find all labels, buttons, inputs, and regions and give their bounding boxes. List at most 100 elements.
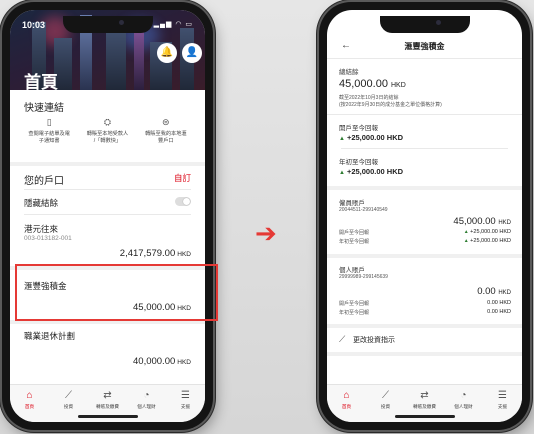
currency: HKD [498,220,511,226]
notification-bell-icon[interactable]: 🔔 [157,43,177,63]
transfer-own-icon: ⊜ [162,117,170,127]
pie-icon: ◔ [460,390,467,401]
since-open-label: 開戶至今回報 [339,230,370,236]
divider [327,186,522,190]
hide-balance-label: 隱藏結餘 [24,198,59,208]
pie-icon: ◔ [143,390,150,401]
home-icon: ⌂ [343,390,350,401]
ytd-return: 0.00 HKD [487,309,511,315]
amount-value: 2,417,579.00 [119,248,176,259]
customize-link[interactable]: 自訂 [174,172,191,184]
notch [62,16,153,33]
tab-label: 轉賬及繳費 [413,404,436,409]
return-value: +25,000.00 HKD [346,167,404,176]
status-icons: ▂▄▆ ◠ ▭ [153,21,193,28]
sub-account-balance: 0.00 HKD [477,286,511,297]
up-triangle-icon: ▲ [463,238,469,244]
quick-links-title: 快速連結 [24,103,64,114]
since-open-label: 開戶至今回報 [339,301,370,307]
quick-link-transfer-own[interactable]: ⊜ 轉賬至我的本地滙 豐戶口 [137,117,195,163]
sub-account-name: 個人賬戶 [339,267,365,274]
screen: 10:03 ▂▄▆ ◠ ▭ 🔔 👤 首頁 快速連結 ▯ 查閱電子結單及電 子通知… [10,10,205,422]
quick-link-label: 查閱電子結單及電 [28,131,70,137]
notch [379,16,470,33]
ytd-label: 年初至今回報 [339,310,370,316]
return-value: +25,000.00 HKD [470,229,511,235]
chart-icon: ⟋ [65,390,72,401]
currency: HKD [498,290,511,296]
sub-account-number: 29999989-299145639 [339,274,388,280]
transfer-person-icon: ⛭ [103,117,112,127]
ytd-return: ▲ +25,000.00 HKD [339,167,403,176]
accounts-title: 您的戶口 [24,176,64,187]
status-time: 10:03 [22,20,46,30]
account-number: 003-013182-001 [24,235,72,242]
tab-label: 投資 [380,404,391,409]
tab-label: 個人理財 [454,404,473,409]
return-value: +25,000.00 HKD [470,238,511,244]
up-triangle-icon: ▲ [463,229,469,235]
total-balance-value: 45,000.00 [339,78,388,90]
quick-link-transfer-payee[interactable]: ⛭ 轉賬至本地受款人 /「轉數快」 [78,117,136,163]
quick-links: ▯ 查閱電子結單及電 子通知書 ⛭ 轉賬至本地受款人 /「轉數快」 ⊜ 轉賬至我… [20,117,195,163]
account-name: 職業退休計劃 [24,331,76,341]
tab-label: 個人理財 [137,404,156,409]
since-open-return: ▲ +25,000.00 HKD [464,229,511,235]
ytd-label: 年初至今回報 [339,159,378,166]
quick-link-estatement[interactable]: ▯ 查閱電子結單及電 子通知書 [20,117,78,163]
chat-icon: ☰ [181,390,190,401]
exchange-icon: ⇄ [420,390,429,401]
divider [327,324,522,328]
divider [327,58,522,59]
tab-label: 首頁 [341,404,352,409]
sub-account-name: 僱員賬戶 [339,200,365,207]
account-name: 港元往來 [24,224,59,234]
quick-link-label: 轉賬至本地受款人 [86,131,129,137]
quick-link-label: 轉賬至我的本地滙 [145,131,187,137]
ytd-label: 年初至今回報 [339,239,370,245]
tab-label: 支援 [497,404,508,409]
chart-icon: ⟋ [382,390,389,401]
tab-label: 首頁 [24,404,35,409]
tab-home[interactable]: ⌂ 首頁 [330,390,364,422]
arrow-right-icon: ➔ [255,218,277,248]
tab-label: 轉賬及繳費 [96,404,119,409]
page-title: 滙豐強積金 [404,42,445,51]
balance-value: 45,000.00 [453,216,496,227]
sub-account-number: 20044511-299140549 [339,207,388,213]
exchange-icon: ⇄ [103,390,112,401]
document-icon: ▯ [46,117,52,127]
tab-label: 投資 [63,404,74,409]
divider [24,189,191,190]
phone-mpf-detail-screen: ← 滙豐強積金 總結餘 45,000.00 HKD 截至2022年10月3日的結… [319,2,530,430]
since-open-label: 開戶至今回報 [339,125,378,132]
tab-support[interactable]: ☰ 支援 [486,390,520,422]
screen: ← 滙豐強積金 總結餘 45,000.00 HKD 截至2022年10月3日的結… [327,10,522,422]
divider [341,148,508,149]
quick-link-label: 子通知書 [38,138,60,144]
divider [327,352,522,356]
account-amount: 40,000.00 HKD [133,356,191,367]
since-open-return: ▲ +25,000.00 HKD [339,133,403,142]
up-triangle-icon: ▲ [339,170,345,176]
divider [24,214,191,215]
hide-balance-toggle[interactable] [175,197,191,206]
chart-icon: ⟋ [339,334,346,344]
tab-support[interactable]: ☰ 支援 [169,390,203,422]
balance-note: (按2022年9月30日的成分基金之單位價格計算) [339,102,442,108]
phone-home-screen: 10:03 ▂▄▆ ◠ ▭ 🔔 👤 首頁 快速連結 ▯ 查閱電子結單及電 子通知… [2,2,213,430]
change-instruction-label: 更改投資指示 [353,337,395,344]
divider [10,162,205,166]
up-triangle-icon: ▲ [339,136,345,142]
chat-icon: ☰ [498,390,507,401]
total-balance: 45,000.00 HKD [339,78,406,90]
tab-label: 支援 [180,404,191,409]
profile-icon[interactable]: 👤 [182,43,202,63]
divider [327,114,522,115]
home-icon: ⌂ [26,390,33,401]
tab-home[interactable]: ⌂ 首頁 [13,390,47,422]
quick-link-label: 豐戶口 [158,138,174,144]
highlight-box [15,264,218,321]
quick-link-label: /「轉數快」 [93,138,122,144]
currency: HKD [177,251,191,258]
